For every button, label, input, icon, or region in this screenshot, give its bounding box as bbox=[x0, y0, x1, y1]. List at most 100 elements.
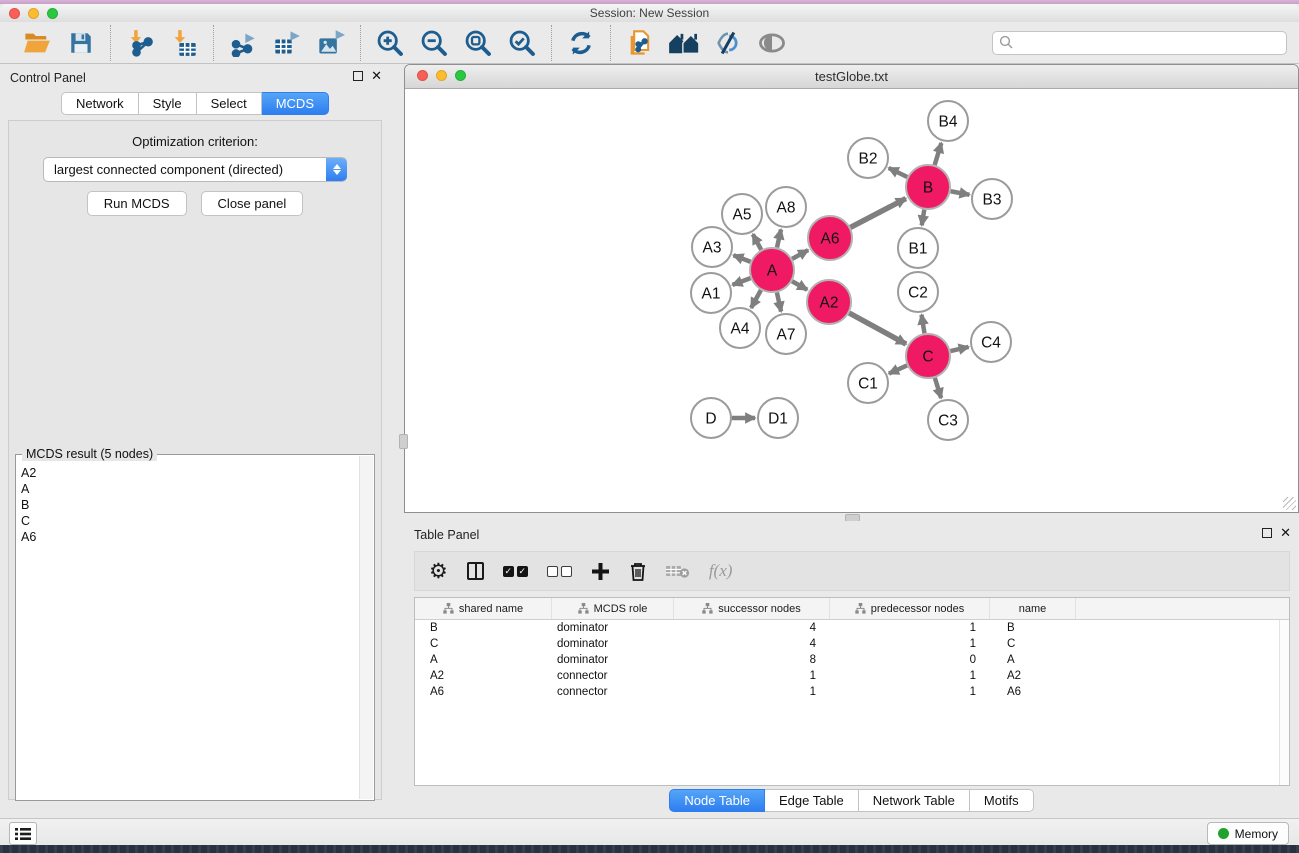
table-row[interactable]: Cdominator41C bbox=[415, 636, 1289, 652]
column-header-predecessor-nodes[interactable]: predecessor nodes bbox=[830, 598, 990, 619]
network-zoom-button[interactable] bbox=[455, 70, 466, 81]
show-hide-icon[interactable] bbox=[756, 27, 788, 59]
tab-node-table[interactable]: Node Table bbox=[669, 789, 765, 812]
node-A1[interactable]: A1 bbox=[691, 273, 731, 313]
mcds-result-list[interactable]: A2ABCA6 bbox=[17, 465, 360, 799]
table-cell[interactable]: connector bbox=[552, 670, 674, 682]
table-cell[interactable]: 4 bbox=[674, 622, 830, 634]
result-list-item[interactable]: A2 bbox=[21, 465, 360, 481]
result-list-item[interactable]: A bbox=[21, 481, 360, 497]
table-cell[interactable]: C bbox=[415, 638, 552, 650]
table-scrollbar[interactable] bbox=[1279, 620, 1289, 785]
table-cell[interactable]: dominator bbox=[552, 638, 674, 650]
network-canvas[interactable]: B4B2BB3A8A5A6A3B1AA1C2A2A4A7C4CC1DD1C3 bbox=[405, 89, 1298, 512]
run-mcds-button[interactable]: Run MCDS bbox=[87, 191, 187, 216]
tab-mcds[interactable]: MCDS bbox=[262, 92, 329, 115]
save-session-icon[interactable] bbox=[65, 27, 97, 59]
duplicate-network-icon[interactable] bbox=[624, 27, 656, 59]
node-A4[interactable]: A4 bbox=[720, 308, 760, 348]
node-A[interactable]: A bbox=[750, 248, 794, 292]
result-list-item[interactable]: C bbox=[21, 513, 360, 529]
close-window-button[interactable] bbox=[9, 8, 20, 19]
export-network-icon[interactable] bbox=[227, 27, 259, 59]
column-header-mcds-role[interactable]: MCDS role bbox=[552, 598, 674, 619]
result-list-item[interactable]: B bbox=[21, 497, 360, 513]
column-browser-icon[interactable] bbox=[467, 557, 484, 585]
node-B2[interactable]: B2 bbox=[848, 138, 888, 178]
add-column-icon[interactable] bbox=[591, 557, 610, 585]
node-A3[interactable]: A3 bbox=[692, 227, 732, 267]
network-minimize-button[interactable] bbox=[436, 70, 447, 81]
zoom-in-icon[interactable] bbox=[374, 27, 406, 59]
node-C[interactable]: C bbox=[906, 334, 950, 378]
table-cell[interactable]: B bbox=[990, 622, 1076, 634]
node-A8[interactable]: A8 bbox=[766, 187, 806, 227]
table-cell[interactable]: 1 bbox=[674, 686, 830, 698]
table-cell[interactable]: A6 bbox=[415, 686, 552, 698]
zoom-selected-icon[interactable] bbox=[506, 27, 538, 59]
tab-network[interactable]: Network bbox=[61, 92, 139, 115]
table-cell[interactable]: connector bbox=[552, 686, 674, 698]
column-header-successor-nodes[interactable]: successor nodes bbox=[674, 598, 830, 619]
edge-A-A6[interactable] bbox=[792, 250, 808, 259]
node-C2[interactable]: C2 bbox=[898, 272, 938, 312]
table-cell[interactable]: 1 bbox=[830, 638, 990, 650]
node-A6[interactable]: A6 bbox=[808, 216, 852, 260]
close-table-panel-icon[interactable]: ✕ bbox=[1280, 528, 1291, 538]
column-header-shared-name[interactable]: shared name bbox=[415, 598, 552, 619]
edge-C-C1[interactable] bbox=[889, 365, 907, 373]
tab-motifs[interactable]: Motifs bbox=[970, 789, 1034, 812]
delete-column-icon[interactable] bbox=[629, 557, 647, 585]
node-B[interactable]: B bbox=[906, 165, 950, 209]
edge-C-C2[interactable] bbox=[922, 315, 925, 334]
table-row[interactable]: A6connector11A6 bbox=[415, 684, 1289, 700]
edge-A-A8[interactable] bbox=[777, 229, 781, 247]
import-network-icon[interactable] bbox=[124, 27, 156, 59]
criterion-dropdown[interactable]: largest connected component (directed) bbox=[43, 157, 347, 182]
edge-A6-B[interactable] bbox=[850, 199, 905, 228]
table-cell[interactable]: A2 bbox=[990, 670, 1076, 682]
refresh-layout-icon[interactable] bbox=[565, 27, 597, 59]
table-cell[interactable]: 8 bbox=[674, 654, 830, 666]
network-close-button[interactable] bbox=[417, 70, 428, 81]
table-cell[interactable]: dominator bbox=[552, 654, 674, 666]
memory-button[interactable]: Memory bbox=[1207, 822, 1289, 845]
edge-A-A3[interactable] bbox=[733, 255, 750, 262]
export-table-icon[interactable] bbox=[271, 27, 303, 59]
edge-B-B2[interactable] bbox=[889, 168, 908, 177]
edge-B-B4[interactable] bbox=[935, 143, 942, 165]
node-B4[interactable]: B4 bbox=[928, 101, 968, 141]
hide-details-icon[interactable] bbox=[712, 27, 744, 59]
export-image-icon[interactable] bbox=[315, 27, 347, 59]
tab-network-table[interactable]: Network Table bbox=[859, 789, 970, 812]
table-cell[interactable]: A2 bbox=[415, 670, 552, 682]
edge-B-B1[interactable] bbox=[922, 210, 925, 226]
table-cell[interactable]: A6 bbox=[990, 686, 1076, 698]
table-cell[interactable]: A bbox=[415, 654, 552, 666]
table-cell[interactable]: 0 bbox=[830, 654, 990, 666]
edge-A-A7[interactable] bbox=[777, 292, 781, 311]
table-cell[interactable]: dominator bbox=[552, 622, 674, 634]
edge-A-A1[interactable] bbox=[733, 278, 751, 285]
float-panel-icon[interactable] bbox=[353, 71, 363, 81]
zoom-window-button[interactable] bbox=[47, 8, 58, 19]
node-C3[interactable]: C3 bbox=[928, 400, 968, 440]
float-table-panel-icon[interactable] bbox=[1262, 528, 1272, 538]
table-row[interactable]: A2connector11A2 bbox=[415, 668, 1289, 684]
table-cell[interactable]: A bbox=[990, 654, 1076, 666]
open-file-icon[interactable] bbox=[21, 27, 53, 59]
table-cell[interactable]: B bbox=[415, 622, 552, 634]
close-panel-button[interactable]: Close panel bbox=[201, 191, 304, 216]
vertical-splitter-handle[interactable] bbox=[399, 434, 408, 449]
node-table[interactable]: shared nameMCDS rolesuccessor nodesprede… bbox=[414, 597, 1290, 786]
result-scrollbar[interactable] bbox=[359, 456, 373, 799]
edge-A-A4[interactable] bbox=[751, 290, 761, 308]
table-row[interactable]: Bdominator41B bbox=[415, 620, 1289, 636]
table-cell[interactable]: 4 bbox=[674, 638, 830, 650]
tab-style[interactable]: Style bbox=[139, 92, 197, 115]
node-A7[interactable]: A7 bbox=[766, 314, 806, 354]
table-cell[interactable]: C bbox=[990, 638, 1076, 650]
zoom-fit-icon[interactable] bbox=[462, 27, 494, 59]
deselect-all-icon[interactable] bbox=[547, 557, 572, 585]
resize-grip-icon[interactable] bbox=[1283, 497, 1296, 510]
